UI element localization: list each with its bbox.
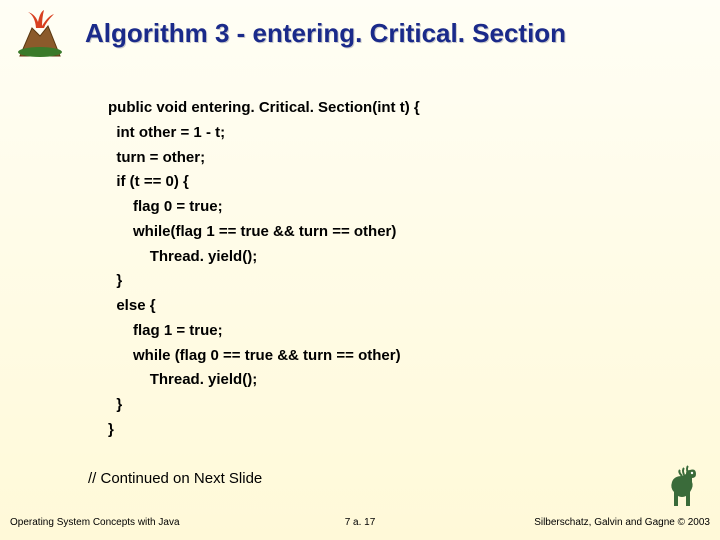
volcano-icon [10,8,70,58]
code-line: public void entering. Critical. Section(… [108,99,420,116]
code-line: } [116,396,122,413]
code-line: while (flag 0 == true && turn == other) [133,347,401,364]
dinosaur-icon [662,462,702,512]
footer-right: Silberschatz, Galvin and Gagne © 2003 [534,517,710,528]
code-line: flag 0 = true; [133,198,223,215]
slide: Algorithm 3 - entering. Critical. Sectio… [0,0,720,540]
code-line: turn = other; [116,149,205,166]
code-block: public void entering. Critical. Section(… [108,96,420,443]
code-line: if (t == 0) { [116,173,189,190]
continued-note: // Continued on Next Slide [88,470,262,487]
code-line: flag 1 = true; [133,322,223,339]
code-line: } [108,421,114,438]
code-line: Thread. yield(); [150,371,258,388]
slide-title: Algorithm 3 - entering. Critical. Sectio… [85,18,700,49]
code-line: while(flag 1 == true && turn == other) [133,223,396,240]
code-line: int other = 1 - t; [116,124,225,141]
code-line: Thread. yield(); [150,248,258,265]
code-line: } [116,272,122,289]
code-line: else { [116,297,155,314]
